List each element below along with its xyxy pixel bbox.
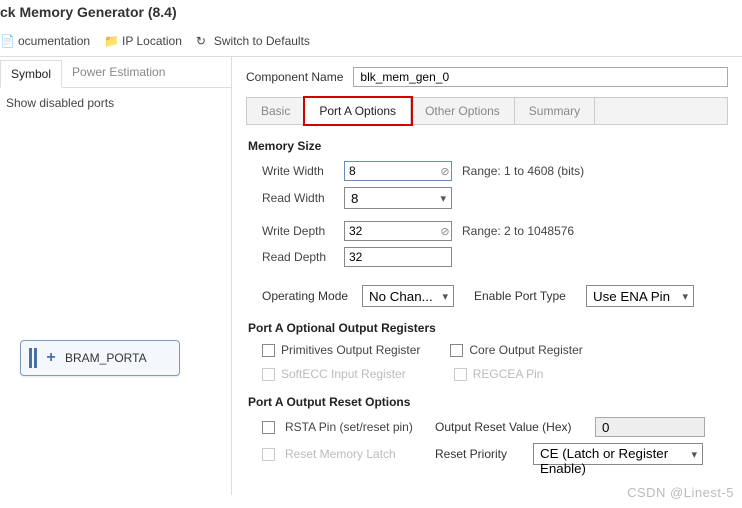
tab-basic[interactable]: Basic [247, 98, 305, 124]
output-reset-hex-input[interactable] [595, 417, 705, 437]
documentation-link[interactable]: 📄 ocumentation [0, 34, 90, 48]
left-tabs: Symbol Power Estimation [0, 59, 231, 88]
write-depth-range: Range: 2 to 1048576 [462, 224, 574, 238]
write-width-input[interactable] [344, 161, 452, 181]
rsta-pin-checkbox[interactable] [262, 421, 275, 434]
regcea-checkbox [454, 368, 467, 381]
show-disabled-ports-label[interactable]: Show disabled ports [0, 88, 231, 118]
page-title: ck Memory Generator (8.4) [0, 0, 742, 32]
config-tabs: Basic Port A Options Other Options Summa… [246, 97, 728, 125]
tab-port-a-options[interactable]: Port A Options [305, 98, 411, 124]
component-name-label: Component Name [246, 70, 343, 84]
softecc-label: SoftECC Input Register [281, 367, 406, 381]
softecc-checkbox [262, 368, 275, 381]
toolbar: 📄 ocumentation 📁 IP Location ↻ Switch to… [0, 32, 742, 57]
chevron-down-icon: ▾ [440, 192, 446, 205]
tab-symbol[interactable]: Symbol [0, 60, 62, 88]
memory-size-header: Memory Size [248, 139, 728, 153]
optional-registers-header: Port A Optional Output Registers [248, 321, 728, 335]
left-pane: Symbol Power Estimation Show disabled po… [0, 57, 232, 495]
component-name-input[interactable] [353, 67, 728, 87]
refresh-icon: ↻ [196, 34, 210, 48]
tab-other-options[interactable]: Other Options [411, 98, 515, 124]
reset-priority-label: Reset Priority [435, 447, 523, 461]
chevron-down-icon: ▾ [682, 290, 688, 303]
chevron-down-icon: ▾ [691, 448, 697, 461]
plus-icon: + [43, 350, 59, 366]
reset-memory-latch-label: Reset Memory Latch [285, 447, 425, 461]
bram-port-label: BRAM_PORTA [65, 351, 147, 365]
write-depth-label: Write Depth [262, 224, 336, 238]
write-width-range: Range: 1 to 4608 (bits) [462, 164, 584, 178]
ip-loc-label: IP Location [122, 34, 182, 48]
enable-port-type-select[interactable]: Use ENA Pin▾ [586, 285, 694, 307]
bus-bars-icon [29, 348, 37, 368]
bram-port-block[interactable]: + BRAM_PORTA [20, 340, 180, 376]
switch-defaults-link[interactable]: ↻ Switch to Defaults [196, 34, 310, 48]
output-reset-hex-label: Output Reset Value (Hex) [435, 420, 585, 434]
folder-icon: 📁 [104, 34, 118, 48]
read-depth-input[interactable] [344, 247, 452, 267]
watermark: CSDN @Linest-5 [627, 485, 734, 500]
reset-options-header: Port A Output Reset Options [248, 395, 728, 409]
doc-icon: 📄 [0, 34, 14, 48]
primitives-label: Primitives Output Register [281, 343, 420, 357]
core-output-register-checkbox[interactable] [450, 344, 463, 357]
rsta-label: RSTA Pin (set/reset pin) [285, 420, 425, 434]
tab-power-estimation[interactable]: Power Estimation [62, 59, 175, 87]
enable-port-type-label: Enable Port Type [474, 289, 578, 303]
read-depth-label: Read Depth [262, 250, 336, 264]
right-pane: Component Name Basic Port A Options Othe… [232, 57, 742, 495]
tab-summary[interactable]: Summary [515, 98, 595, 124]
operating-mode-label: Operating Mode [262, 289, 354, 303]
read-width-select[interactable]: 8▾ [344, 187, 452, 209]
doc-label: ocumentation [18, 34, 90, 48]
reset-priority-select[interactable]: CE (Latch or Register Enable)▾ [533, 443, 703, 465]
clear-icon[interactable]: ⊘ [438, 225, 452, 238]
write-width-label: Write Width [262, 164, 336, 178]
chevron-down-icon: ▾ [442, 290, 448, 303]
primitives-output-register-checkbox[interactable] [262, 344, 275, 357]
core-label: Core Output Register [469, 343, 582, 357]
operating-mode-select[interactable]: No Chan...▾ [362, 285, 454, 307]
regcea-label: REGCEA Pin [473, 367, 544, 381]
switch-label: Switch to Defaults [214, 34, 310, 48]
clear-icon[interactable]: ⊘ [438, 165, 452, 178]
reset-memory-latch-checkbox [262, 448, 275, 461]
read-width-label: Read Width [262, 191, 336, 205]
write-depth-input[interactable] [344, 221, 452, 241]
ip-location-link[interactable]: 📁 IP Location [104, 34, 182, 48]
